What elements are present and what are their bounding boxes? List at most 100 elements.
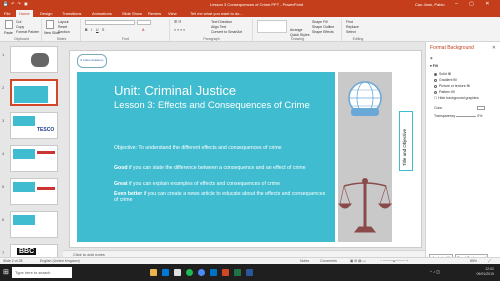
cut-button[interactable]: Cut bbox=[16, 20, 21, 24]
slide-thumbnail-5[interactable] bbox=[10, 178, 58, 205]
tab-review[interactable]: Review bbox=[148, 11, 161, 16]
window-controls[interactable]: – ▢ ✕ bbox=[455, 1, 494, 7]
file-explorer-icon[interactable] bbox=[150, 269, 157, 276]
solid-fill-option[interactable]: Solid fill bbox=[434, 72, 451, 76]
italic-icon[interactable]: I bbox=[91, 28, 92, 32]
title-box[interactable]: Unit: Criminal Justice Lesson 3: Effects… bbox=[77, 72, 335, 242]
shape-outline-button[interactable]: Shape Outline bbox=[312, 25, 334, 29]
transparency-label: Transparency bbox=[434, 114, 456, 118]
side-label-box[interactable]: Title and Objective bbox=[399, 111, 413, 171]
slide-unit-title[interactable]: Unit: Criminal Justice bbox=[114, 83, 236, 98]
font-family-dropdown[interactable] bbox=[85, 20, 135, 25]
select-button[interactable]: Select bbox=[346, 30, 356, 34]
clock-date: 09/01/2019 bbox=[476, 272, 494, 276]
great-criterion[interactable]: Great if you can explain examples of eff… bbox=[114, 181, 329, 187]
edge-icon[interactable] bbox=[162, 269, 169, 276]
tab-slide-show[interactable]: Slide Show bbox=[122, 11, 142, 16]
transparency-value[interactable]: 0% bbox=[477, 114, 482, 118]
slide-thumbnails-pane[interactable]: 1 2 3 TESCO 4 5 6 7 BBC bbox=[0, 42, 63, 264]
notes-toggle[interactable]: Notes bbox=[300, 259, 309, 263]
notes-pane[interactable]: Click to add notes bbox=[63, 250, 425, 257]
slide-thumbnail-2[interactable] bbox=[10, 79, 58, 106]
bold-icon[interactable]: B bbox=[85, 28, 88, 32]
bbc-logo: BBC bbox=[17, 248, 37, 255]
layout-button[interactable]: Layout bbox=[58, 20, 69, 24]
section-button[interactable]: Section bbox=[58, 30, 70, 34]
user-name[interactable]: Cao Jean, Pablo bbox=[415, 2, 445, 7]
slide-thumbnail-3[interactable]: TESCO bbox=[10, 112, 58, 139]
taskbar-search[interactable]: Type here to search bbox=[12, 267, 72, 278]
color-swatch[interactable] bbox=[477, 106, 486, 111]
start-icon[interactable]: ⊞ bbox=[3, 268, 9, 276]
align-icons[interactable]: ≡ ≡ ≡ ≡ bbox=[174, 28, 185, 32]
spotify-icon[interactable] bbox=[186, 269, 193, 276]
view-buttons[interactable]: ▣ ⊞ ▤ ▭ bbox=[350, 259, 366, 263]
powerpoint-icon[interactable] bbox=[222, 269, 229, 276]
clock[interactable]: 12:02 09/01/2019 bbox=[476, 267, 494, 277]
picture-fill-option[interactable]: Picture or texture fill bbox=[434, 84, 470, 88]
even-better-criterion[interactable]: Even better if you can create a news art… bbox=[114, 191, 329, 203]
new-slide-icon[interactable] bbox=[46, 20, 54, 29]
slide-count: Slide 2 of 28 bbox=[3, 259, 23, 263]
paint-bucket-icon[interactable]: ◈ bbox=[430, 56, 433, 60]
zoom-slider[interactable]: − ────●──── + bbox=[380, 259, 408, 263]
slide-objective[interactable]: Objective: To understand the different e… bbox=[114, 145, 329, 151]
good-text: if you can state the difference between … bbox=[127, 165, 306, 171]
slide-thumbnail-6[interactable] bbox=[10, 211, 58, 238]
slide-thumbnail-1[interactable] bbox=[10, 46, 58, 73]
format-painter-button[interactable]: Format Painter bbox=[16, 30, 39, 34]
system-tray-icons[interactable]: ^ ♪ ◫ bbox=[430, 269, 440, 274]
zoom-level[interactable]: 85% bbox=[470, 259, 477, 263]
underline-icon[interactable]: U bbox=[96, 28, 99, 32]
convert-smartart-button[interactable]: Convert to SmartArt bbox=[211, 30, 242, 34]
excel-icon[interactable] bbox=[234, 269, 241, 276]
slide-lesson-title[interactable]: Lesson 3: Effects and Consequences of Cr… bbox=[114, 100, 329, 111]
replace-button[interactable]: Replace bbox=[346, 25, 359, 29]
reset-button[interactable]: Reset bbox=[58, 25, 67, 29]
text-direction-button[interactable]: Text Direction bbox=[211, 20, 232, 24]
font-color-icon[interactable]: A bbox=[142, 28, 144, 32]
tab-design[interactable]: Design bbox=[40, 11, 52, 16]
word-icon[interactable] bbox=[246, 269, 253, 276]
store-icon[interactable] bbox=[174, 269, 181, 276]
fit-slide-icon[interactable]: ⤢ bbox=[488, 259, 491, 263]
paste-icon[interactable] bbox=[5, 20, 13, 29]
bullets-icon[interactable]: ☰ ☷ bbox=[174, 20, 181, 24]
tell-me-search[interactable]: Tell me what you want to do... bbox=[190, 11, 243, 16]
arrange-button[interactable]: Arrange bbox=[290, 28, 302, 32]
comments-toggle[interactable]: Comments bbox=[320, 259, 337, 263]
strikethrough-icon[interactable]: S bbox=[102, 28, 104, 32]
gradient-fill-option[interactable]: Gradient fill bbox=[434, 78, 457, 82]
fill-section-header[interactable]: ▾ Fill bbox=[430, 64, 438, 68]
image-panel bbox=[337, 72, 393, 242]
find-button[interactable]: Find bbox=[346, 20, 353, 24]
font-size-dropdown[interactable] bbox=[137, 20, 151, 25]
color-picker[interactable]: Color bbox=[434, 106, 486, 111]
shapes-gallery[interactable] bbox=[257, 20, 287, 33]
slide-thumbnail-4[interactable] bbox=[10, 145, 58, 172]
hide-background-graphics-checkbox[interactable]: ☐ Hide background graphics bbox=[434, 96, 479, 100]
tab-transitions[interactable]: Transitions bbox=[62, 11, 81, 16]
windows-taskbar: ⊞ Type here to search ^ ♪ ◫ 12:02 09/01/2… bbox=[0, 264, 500, 281]
paste-button[interactable]: Paste bbox=[4, 31, 13, 35]
tab-animations[interactable]: Animations bbox=[92, 11, 112, 16]
good-criterion[interactable]: Good if you can state the difference bet… bbox=[114, 165, 329, 171]
thumb-number: 6 bbox=[2, 217, 5, 222]
align-text-button[interactable]: Align Text bbox=[211, 25, 226, 29]
outlook-icon[interactable] bbox=[210, 269, 217, 276]
clipboard-group: Paste Cut Copy Format Painter Clipboard bbox=[2, 19, 42, 41]
thumb-blue-box bbox=[13, 182, 35, 192]
close-icon[interactable]: ✕ bbox=[492, 45, 496, 51]
tab-file[interactable]: File bbox=[4, 11, 10, 16]
language-indicator[interactable]: English (United Kingdom) bbox=[40, 259, 80, 263]
copy-button[interactable]: Copy bbox=[16, 25, 24, 29]
quick-access-toolbar[interactable]: 💾 ↶ ↷ ▣ bbox=[3, 1, 29, 6]
chrome-icon[interactable] bbox=[198, 269, 205, 276]
shape-effects-button[interactable]: Shape Effects bbox=[312, 30, 334, 34]
transparency-slider[interactable] bbox=[456, 115, 477, 117]
shape-fill-button[interactable]: Shape Fill bbox=[312, 20, 328, 24]
tab-view[interactable]: View bbox=[168, 11, 177, 16]
pattern-fill-option[interactable]: Pattern fill bbox=[434, 90, 455, 94]
tab-home[interactable]: Home bbox=[16, 10, 33, 17]
slide-canvas[interactable]: Z Index Academy Unit: Criminal Justice L… bbox=[69, 50, 422, 248]
